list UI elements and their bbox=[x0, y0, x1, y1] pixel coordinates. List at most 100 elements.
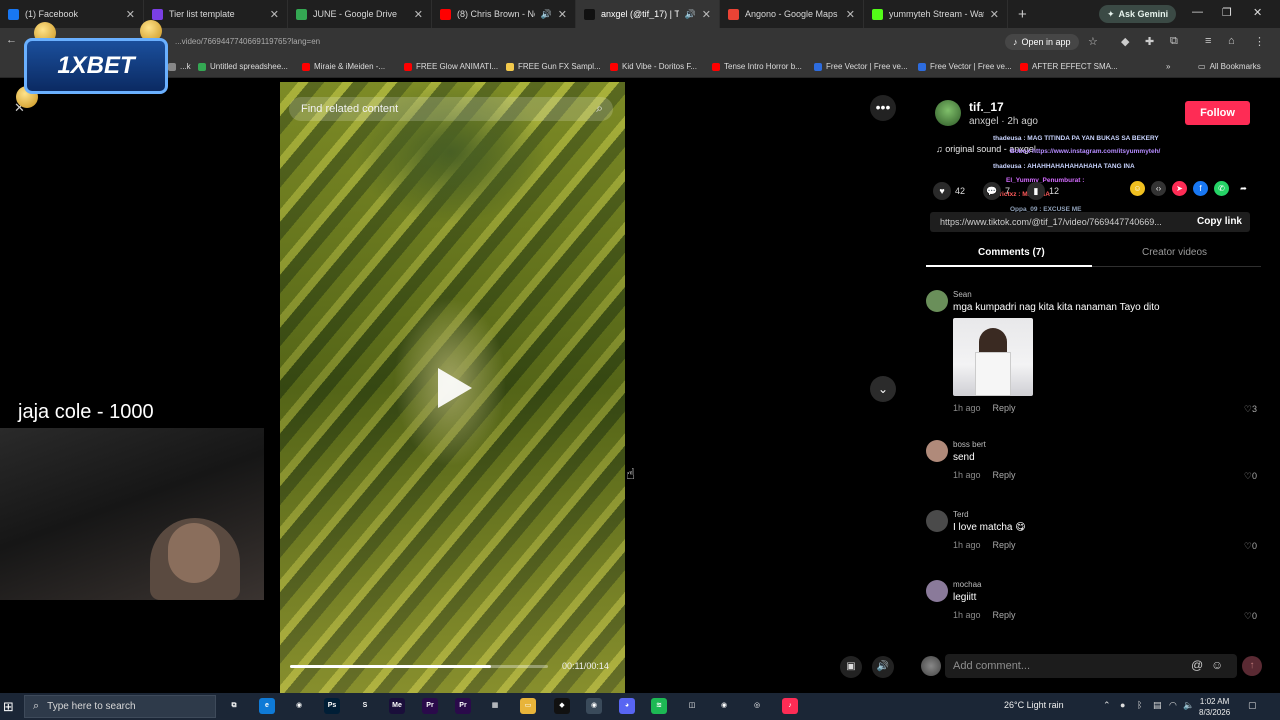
tab-close-icon[interactable]: ✕ bbox=[270, 8, 279, 21]
facebook-icon[interactable]: f bbox=[1193, 181, 1208, 196]
mention-icon[interactable]: @ bbox=[1191, 658, 1203, 672]
picture-in-picture-icon[interactable]: ▣ bbox=[840, 656, 862, 678]
comment-like-button[interactable]: ♡0 bbox=[1244, 611, 1257, 622]
ask-gemini-button[interactable]: ✦ Ask Gemini bbox=[1099, 5, 1177, 23]
reply-button[interactable]: Reply bbox=[993, 540, 1016, 550]
bookmark-item[interactable]: Free Vector | Free ve... bbox=[918, 62, 1012, 71]
tray-app-icon[interactable]: ● bbox=[1120, 700, 1125, 710]
star-icon[interactable]: ☆ bbox=[1088, 35, 1098, 48]
browser-tab[interactable]: (1) Facebook ✕ bbox=[0, 0, 144, 28]
comment-avatar[interactable] bbox=[926, 290, 948, 312]
reply-button[interactable]: Reply bbox=[993, 403, 1016, 413]
close-window-icon[interactable]: ✕ bbox=[1253, 6, 1262, 19]
browser-tab[interactable]: yummyteh Stream - Watch ✕ bbox=[864, 0, 1008, 28]
next-video-chevron-down-icon[interactable]: ⌄ bbox=[870, 376, 896, 402]
app-s-icon[interactable]: S bbox=[357, 698, 373, 714]
bookmark-item[interactable]: Miraie & iMeiden -... bbox=[302, 62, 385, 71]
creator-username[interactable]: tif._17 bbox=[969, 100, 1004, 114]
premiere-2-icon[interactable]: Pr bbox=[455, 698, 471, 714]
comment-avatar[interactable] bbox=[926, 580, 948, 602]
chrome-1-icon[interactable]: ◉ bbox=[291, 698, 307, 714]
find-related-search[interactable]: Find related content ⌕ bbox=[289, 97, 613, 121]
like-stat[interactable]: ♥ 42 bbox=[933, 182, 965, 200]
tab-close-icon[interactable]: ✕ bbox=[846, 8, 855, 21]
tab-close-icon[interactable]: ✕ bbox=[558, 8, 567, 21]
extension-diamond-icon[interactable]: ◆ bbox=[1121, 35, 1129, 48]
tiktok-icon[interactable]: ♪ bbox=[782, 698, 798, 714]
comment-author[interactable]: Sean bbox=[953, 290, 972, 299]
share-arrow-icon[interactable]: ➦ bbox=[1236, 181, 1251, 196]
bookmark-item[interactable]: Tense Intro Horror b... bbox=[712, 62, 802, 71]
comment-icon[interactable]: 💬 bbox=[983, 182, 1001, 200]
video-progress-bar[interactable] bbox=[290, 665, 548, 668]
tray-chevron-up-icon[interactable]: ⌃ bbox=[1103, 700, 1111, 711]
extension-puzzle-icon[interactable]: ✚ bbox=[1145, 35, 1154, 48]
tab-close-icon[interactable]: ✕ bbox=[702, 8, 711, 21]
browser-menu-icon[interactable]: ⋮ bbox=[1254, 35, 1265, 48]
maximize-icon[interactable]: ❐ bbox=[1222, 6, 1232, 19]
tray-bluetooth-icon[interactable]: ᛒ bbox=[1137, 700, 1142, 710]
embed-code-icon[interactable]: ‹› bbox=[1151, 181, 1166, 196]
reply-button[interactable]: Reply bbox=[993, 470, 1016, 480]
more-options-icon[interactable]: ••• bbox=[870, 95, 896, 121]
bookmark-item[interactable]: FREE Gun FX Sampl... bbox=[506, 62, 601, 71]
tab-close-icon[interactable]: ✕ bbox=[126, 8, 135, 21]
send-to-friends-icon[interactable]: ➤ bbox=[1172, 181, 1187, 196]
app-red-icon[interactable]: ◎ bbox=[749, 698, 765, 714]
tab-creator-videos[interactable]: Creator videos bbox=[1142, 247, 1207, 258]
bookmark-item[interactable]: FREE Glow ANIMATI... bbox=[404, 62, 498, 71]
tab-close-icon[interactable]: ✕ bbox=[414, 8, 423, 21]
app-dice-icon[interactable]: ◫ bbox=[684, 698, 700, 714]
tab-audio-icon[interactable]: 🔊 bbox=[685, 9, 696, 20]
chrome-3-icon[interactable]: ◉ bbox=[716, 698, 732, 714]
browser-tab[interactable]: (8) Chris Brown - Next T 🔊 ✕ bbox=[432, 0, 576, 28]
system-clock[interactable]: 1:02 AM 8/3/2026 bbox=[1199, 696, 1230, 718]
share-smiley-icon[interactable]: ☺ bbox=[1130, 181, 1145, 196]
new-tab-icon[interactable]: + bbox=[1008, 6, 1037, 23]
profile-icon[interactable]: ⌂ bbox=[1228, 35, 1235, 47]
task-view-icon[interactable]: ⧉ bbox=[226, 698, 242, 714]
copy-link-button[interactable]: Copy link bbox=[1197, 216, 1242, 227]
bookmark-item[interactable]: Free Vector | Free ve... bbox=[814, 62, 908, 71]
comment-stat[interactable]: 💬 7 bbox=[983, 182, 1010, 200]
minimize-icon[interactable]: — bbox=[1192, 6, 1203, 18]
tab-comments[interactable]: Comments (7) bbox=[978, 247, 1045, 258]
tab-close-icon[interactable]: ✕ bbox=[990, 8, 999, 21]
browser-tab[interactable]: anxgel (@tif_17) | TikTo 🔊 ✕ bbox=[576, 0, 720, 28]
spotify-icon[interactable]: ≋ bbox=[651, 698, 667, 714]
explorer-icon[interactable]: ▭ bbox=[520, 698, 536, 714]
store-icon[interactable]: ▦ bbox=[487, 698, 503, 714]
comment-like-button[interactable]: ♡0 bbox=[1244, 471, 1257, 482]
photoshop-icon[interactable]: Ps bbox=[324, 698, 340, 714]
tab-audio-icon[interactable]: 🔊 bbox=[541, 9, 552, 20]
save-stat[interactable]: ▮ 12 bbox=[1027, 182, 1059, 200]
bookmark-item[interactable]: AFTER EFFECT SMA... bbox=[1020, 62, 1118, 71]
send-comment-icon[interactable]: ↑ bbox=[1242, 656, 1262, 676]
media-control-icon[interactable]: ≡ bbox=[1205, 35, 1211, 47]
comment-avatar[interactable] bbox=[926, 510, 948, 532]
browser-tab[interactable]: JUNE - Google Drive ✕ bbox=[288, 0, 432, 28]
browser-tab[interactable]: Tier list template ✕ bbox=[144, 0, 288, 28]
comment-author[interactable]: mochaa bbox=[953, 580, 981, 589]
back-icon[interactable]: ← bbox=[6, 34, 17, 46]
notifications-icon[interactable]: ▢ bbox=[1248, 700, 1257, 711]
extensions-icon[interactable]: ⧉ bbox=[1170, 35, 1178, 48]
whatsapp-icon[interactable]: ✆ bbox=[1214, 181, 1229, 196]
browser-tab[interactable]: Angono - Google Maps ✕ bbox=[720, 0, 864, 28]
weather-widget[interactable]: 26°C Light rain bbox=[1004, 700, 1064, 710]
address-bar-url[interactable]: ...video/7669447740669119765?lang=en bbox=[175, 37, 320, 46]
add-comment-input[interactable]: Add comment... @ ☺ bbox=[945, 654, 1237, 678]
video-link[interactable]: https://www.tiktok.com/@tif_17/video/766… bbox=[940, 217, 1185, 227]
edge-icon[interactable]: e bbox=[259, 698, 275, 714]
search-icon[interactable]: ⌕ bbox=[596, 101, 603, 116]
comment-avatar[interactable] bbox=[926, 440, 948, 462]
bookmark-item[interactable]: Untitled spreadshee... bbox=[198, 62, 288, 71]
heart-icon[interactable]: ♥ bbox=[933, 182, 951, 200]
comment-author[interactable]: Terd bbox=[953, 510, 969, 519]
comment-like-button[interactable]: ♡0 bbox=[1244, 541, 1257, 552]
all-bookmarks-button[interactable]: ▭ All Bookmarks bbox=[1198, 62, 1261, 71]
open-in-app-button[interactable]: ♪ Open in app bbox=[1005, 34, 1079, 50]
reply-button[interactable]: Reply bbox=[993, 610, 1016, 620]
bookmarks-overflow-icon[interactable]: » bbox=[1166, 62, 1170, 71]
bookmark-item[interactable]: ...k bbox=[168, 62, 191, 71]
